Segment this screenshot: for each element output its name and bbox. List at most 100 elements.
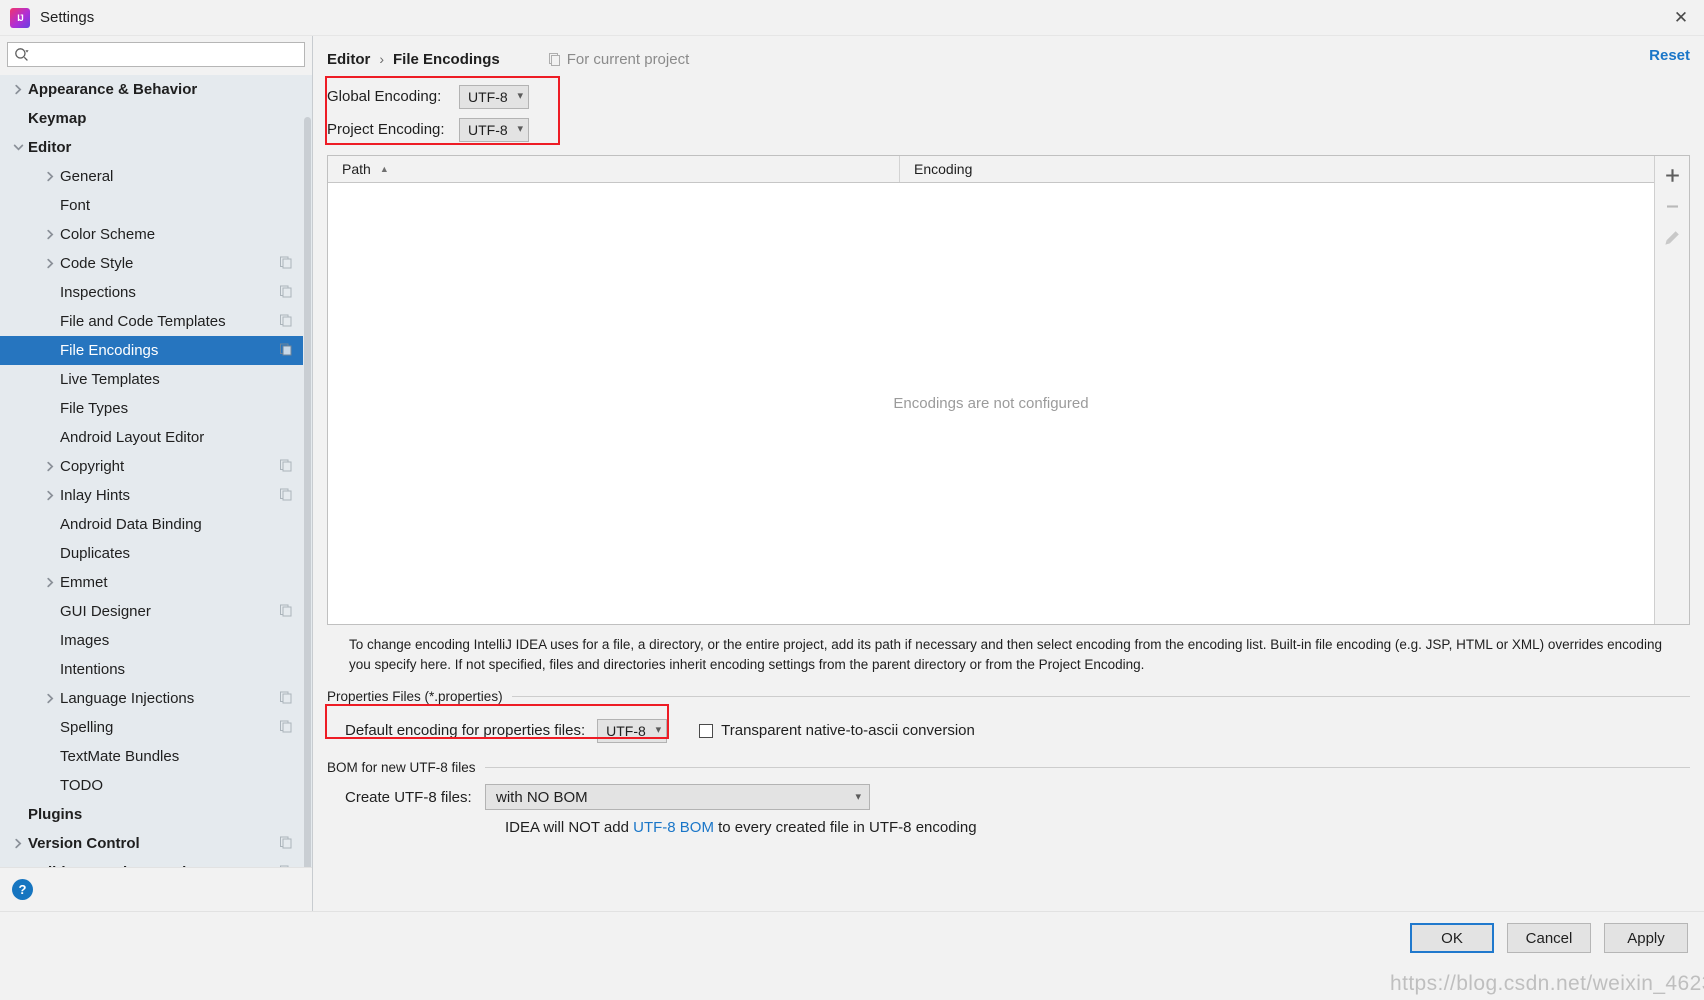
- sidebar-item-spelling[interactable]: Spelling: [0, 713, 312, 742]
- properties-default-encoding-combo[interactable]: UTF-8 ▾: [597, 718, 668, 743]
- utf8-bom-link[interactable]: UTF-8 BOM: [633, 819, 714, 836]
- create-utf8-files-combo[interactable]: with NO BOM ▾: [485, 784, 870, 810]
- sidebar-item-file-types[interactable]: File Types: [0, 394, 312, 423]
- reset-link[interactable]: Reset: [1649, 47, 1690, 64]
- column-header-encoding-label: Encoding: [914, 161, 973, 177]
- sidebar-item-label: Editor: [28, 139, 72, 156]
- edit-encoding-button[interactable]: [1656, 222, 1689, 253]
- search-input[interactable]: [32, 46, 298, 63]
- sidebar-item-android-data-binding[interactable]: Android Data Binding: [0, 510, 312, 539]
- chevron-right-icon[interactable]: [40, 693, 60, 704]
- dialog-button-bar: OK Cancel Apply: [0, 911, 1704, 964]
- sidebar-item-label: Plugins: [28, 806, 83, 823]
- sidebar-item-intentions[interactable]: Intentions: [0, 655, 312, 684]
- pencil-icon: [1665, 230, 1679, 245]
- remove-encoding-button[interactable]: [1656, 191, 1689, 222]
- sidebar-item-keymap[interactable]: Keymap: [0, 104, 312, 133]
- sidebar-scrollbar[interactable]: [303, 75, 312, 868]
- bom-note-prefix: IDEA will NOT add: [505, 819, 634, 836]
- sidebar-item-label: Font: [60, 197, 91, 214]
- sidebar-item-label: General: [60, 168, 114, 185]
- sidebar-item-label: Keymap: [28, 110, 87, 127]
- properties-default-encoding-label: Default encoding for properties files:: [345, 722, 586, 739]
- apply-button[interactable]: Apply: [1604, 923, 1688, 953]
- cancel-button[interactable]: Cancel: [1507, 923, 1591, 953]
- create-utf8-files-value: with NO BOM: [496, 788, 588, 806]
- sidebar-item-label: GUI Designer: [60, 603, 151, 620]
- global-encoding-label: Global Encoding:: [327, 88, 442, 105]
- add-encoding-button[interactable]: [1656, 160, 1689, 191]
- sort-ascending-icon: ▲: [379, 164, 389, 174]
- project-encoding-combo[interactable]: UTF-8 ▾: [459, 117, 529, 142]
- chevron-right-icon[interactable]: [8, 838, 28, 849]
- sidebar-item-color-scheme[interactable]: Color Scheme: [0, 220, 312, 249]
- sidebar-item-label: TODO: [60, 777, 104, 794]
- empty-state-message: Encodings are not configured: [893, 395, 1089, 412]
- chevron-down-icon[interactable]: [8, 142, 28, 153]
- transparent-native-to-ascii-label: Transparent native-to-ascii conversion: [721, 722, 975, 739]
- sidebar-item-copyright[interactable]: Copyright: [0, 452, 312, 481]
- search-box[interactable]: [7, 42, 305, 67]
- chevron-right-icon[interactable]: [8, 84, 28, 95]
- sidebar-item-gui-designer[interactable]: GUI Designer: [0, 597, 312, 626]
- create-utf8-files-row: Create UTF-8 files: with NO BOM ▾: [345, 784, 1690, 810]
- sidebar-item-label: File and Code Templates: [60, 313, 226, 330]
- group-divider: [484, 767, 1690, 768]
- sidebar-item-todo[interactable]: TODO: [0, 771, 312, 800]
- close-icon[interactable]: ✕: [1658, 0, 1704, 36]
- chevron-right-icon[interactable]: [40, 461, 60, 472]
- sidebar-scrollbar-thumb[interactable]: [304, 117, 311, 868]
- sidebar-item-emmet[interactable]: Emmet: [0, 568, 312, 597]
- chevron-right-icon[interactable]: [40, 490, 60, 501]
- chevron-right-icon[interactable]: [40, 577, 60, 588]
- sidebar-item-android-layout-editor[interactable]: Android Layout Editor: [0, 423, 312, 452]
- sidebar-item-code-style[interactable]: Code Style: [0, 249, 312, 278]
- sidebar-item-label: Android Layout Editor: [60, 429, 205, 446]
- transparent-native-to-ascii-checkbox[interactable]: [699, 723, 714, 738]
- sidebar-item-images[interactable]: Images: [0, 626, 312, 655]
- sidebar-item-textmate-bundles[interactable]: TextMate Bundles: [0, 742, 312, 771]
- global-encoding-combo[interactable]: UTF-8 ▾: [459, 84, 529, 109]
- global-encoding-value: UTF-8: [468, 88, 508, 105]
- sidebar-item-version-control[interactable]: Version Control: [0, 829, 312, 858]
- chevron-down-icon: ▾: [855, 790, 861, 803]
- sidebar-item-file-and-code-templates[interactable]: File and Code Templates: [0, 307, 312, 336]
- project-scope-icon: [280, 284, 292, 301]
- properties-default-encoding-value: UTF-8: [606, 722, 646, 739]
- chevron-down-icon: ▾: [517, 90, 523, 102]
- column-header-path[interactable]: Path ▲: [328, 156, 900, 182]
- properties-files-group: Properties Files (*.properties) Default …: [325, 689, 1690, 748]
- sidebar-item-appearance-behavior[interactable]: Appearance & Behavior: [0, 75, 312, 104]
- chevron-right-icon[interactable]: [40, 171, 60, 182]
- help-icon[interactable]: ?: [12, 879, 33, 901]
- encodings-table-body[interactable]: Encodings are not configured: [328, 183, 1654, 624]
- project-scope-icon: [280, 458, 292, 475]
- settings-tree[interactable]: Appearance & Behavior Keymap Editor General…: [0, 75, 312, 868]
- properties-files-group-title: Properties Files (*.properties): [327, 689, 503, 704]
- sidebar-item-label: Version Control: [28, 835, 140, 852]
- sidebar-item-language-injections[interactable]: Language Injections: [0, 684, 312, 713]
- sidebar-item-label: Android Data Binding: [60, 516, 202, 533]
- sidebar-item-general[interactable]: General: [0, 162, 312, 191]
- sidebar-item-inlay-hints[interactable]: Inlay Hints: [0, 481, 312, 510]
- ok-button[interactable]: OK: [1410, 923, 1494, 953]
- sidebar-item-file-encodings[interactable]: File Encodings: [0, 336, 312, 365]
- title-bar: Settings ✕: [0, 0, 1704, 36]
- sidebar-item-duplicates[interactable]: Duplicates: [0, 539, 312, 568]
- chevron-right-icon[interactable]: [40, 258, 60, 269]
- chevron-right-icon[interactable]: [40, 229, 60, 240]
- column-header-path-label: Path: [342, 161, 371, 177]
- encodings-table-toolbar: [1654, 156, 1689, 624]
- breadcrumb-root[interactable]: Editor: [327, 51, 370, 68]
- for-current-project-label: For current project: [566, 50, 690, 68]
- sidebar-item-font[interactable]: Font: [0, 191, 312, 220]
- column-header-encoding[interactable]: Encoding: [900, 156, 1654, 182]
- sidebar-item-build-execution-deployment[interactable]: Build, Execution, Deployment: [0, 858, 312, 868]
- sidebar-item-plugins[interactable]: Plugins: [0, 800, 312, 829]
- sidebar-item-live-templates[interactable]: Live Templates: [0, 365, 312, 394]
- sidebar-item-label: Appearance & Behavior: [28, 81, 198, 98]
- breadcrumb-separator: ›: [379, 51, 385, 67]
- sidebar-item-inspections[interactable]: Inspections: [0, 278, 312, 307]
- project-scope-icon: [280, 835, 292, 852]
- sidebar-item-editor[interactable]: Editor: [0, 133, 312, 162]
